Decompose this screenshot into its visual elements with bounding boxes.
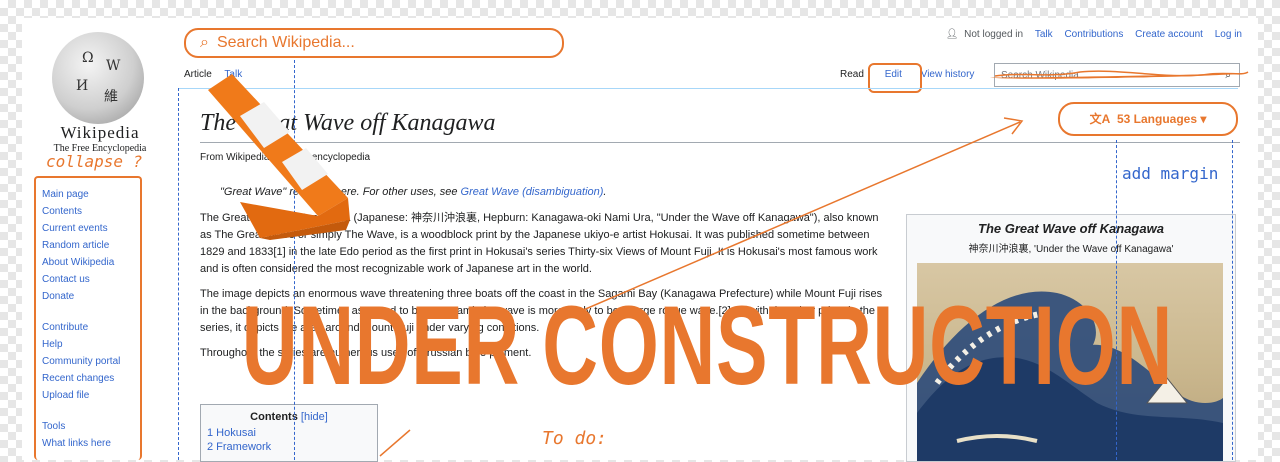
- under-construction-banner: UNDER CONSTRUCTION: [241, 283, 1173, 408]
- scribble-line: [994, 70, 1249, 77]
- arrow-line: [379, 429, 411, 457]
- traffic-cone-icon: [208, 74, 350, 240]
- arrow-head: [1003, 117, 1024, 135]
